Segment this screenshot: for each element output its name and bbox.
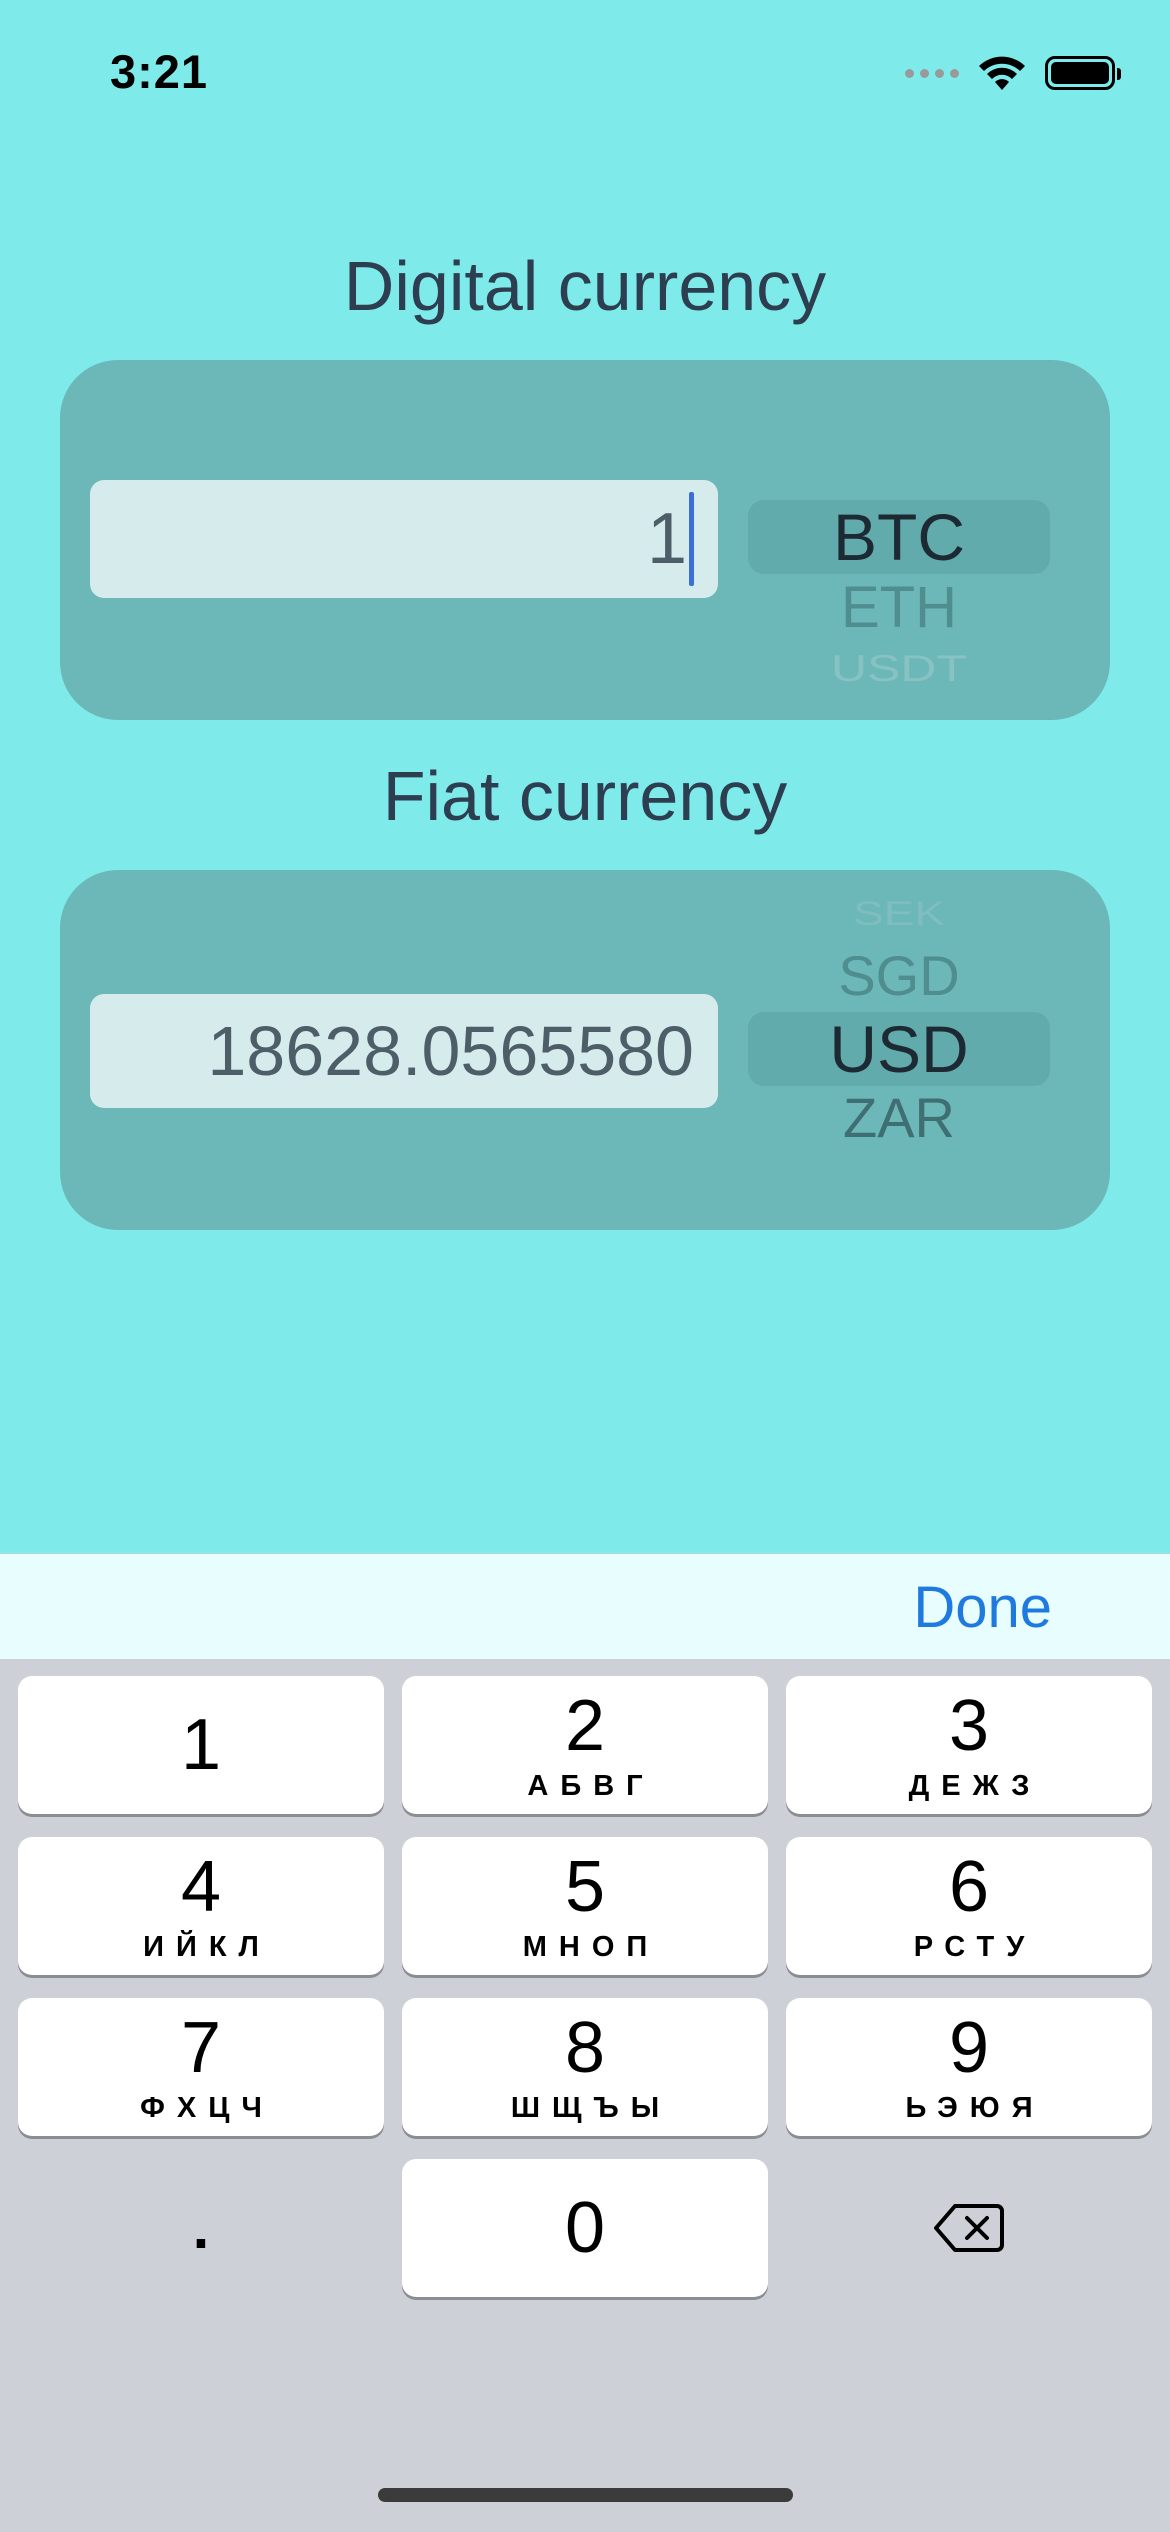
digital-currency-panel: 1 BTC ETH USDT — [60, 360, 1110, 720]
key-1[interactable]: 1 — [18, 1676, 384, 1814]
delete-backward-icon — [934, 2204, 1004, 2252]
key-letters: ШЩЪЫ — [510, 2092, 672, 2124]
fiat-amount-input[interactable]: 18628.0565580 — [90, 994, 718, 1108]
key-3[interactable]: 3 ДЕЖЗ — [786, 1676, 1152, 1814]
battery-icon — [1045, 56, 1121, 90]
picker-item[interactable]: SGD — [748, 946, 1050, 1006]
key-letters: ФХЦЧ — [140, 2092, 274, 2124]
key-8[interactable]: 8 ШЩЪЫ — [402, 1998, 768, 2136]
key-letters: ЬЭЮЯ — [905, 2092, 1045, 2124]
fiat-currency-picker[interactable]: SEK SGD USD ZAR — [748, 870, 1050, 1230]
digital-amount-value: 1 — [646, 499, 687, 579]
key-0[interactable]: 0 — [402, 2159, 768, 2297]
key-digit: 1 — [180, 1705, 222, 1785]
keyboard-toolbar: Done — [0, 1553, 1170, 1659]
key-decimal-label: . — [192, 2194, 210, 2261]
key-digit: 5 — [564, 1847, 606, 1927]
key-4[interactable]: 4 ИЙКЛ — [18, 1837, 384, 1975]
picker-item-selected[interactable]: BTC — [748, 500, 1050, 574]
picker-item[interactable]: ZAR — [748, 1088, 1050, 1148]
key-digit: 7 — [180, 2008, 222, 2088]
picker-item[interactable]: ETH — [748, 578, 1050, 638]
wifi-icon — [979, 56, 1025, 90]
text-cursor — [689, 492, 694, 586]
key-digit: 9 — [948, 2008, 990, 2088]
home-indicator[interactable] — [378, 2488, 793, 2502]
digital-amount-input[interactable]: 1 — [90, 480, 718, 598]
cellular-signal-icon — [905, 68, 959, 78]
key-9[interactable]: 9 ЬЭЮЯ — [786, 1998, 1152, 2136]
key-decimal[interactable]: . — [18, 2159, 384, 2297]
key-letters: ДЕЖЗ — [908, 1770, 1042, 1802]
key-letters: РСТУ — [913, 1931, 1037, 1963]
key-digit: 2 — [564, 1686, 606, 1766]
key-letters: ИЙКЛ — [143, 1931, 271, 1963]
key-digit: 8 — [564, 2008, 606, 2088]
picker-item[interactable]: USDT — [748, 649, 1050, 688]
digital-currency-picker[interactable]: BTC ETH USDT — [748, 360, 1050, 720]
key-letters: МНОП — [522, 1931, 660, 1963]
status-time: 3:21 — [110, 45, 209, 98]
screen: 3:21 Digital currency 1 BTC ETH USDT Fia… — [0, 0, 1170, 2532]
key-digit: 3 — [948, 1686, 990, 1766]
status-icons — [905, 54, 1121, 92]
picker-item-selected[interactable]: USD — [748, 1012, 1050, 1086]
key-5[interactable]: 5 МНОП — [402, 1837, 768, 1975]
key-digit: 0 — [564, 2188, 606, 2268]
picker-item[interactable]: SEK — [748, 896, 1050, 931]
done-button[interactable]: Done — [913, 1574, 1052, 1641]
key-6[interactable]: 6 РСТУ — [786, 1837, 1152, 1975]
key-letters: АБВГ — [527, 1770, 655, 1802]
key-7[interactable]: 7 ФХЦЧ — [18, 1998, 384, 2136]
digital-currency-title: Digital currency — [343, 247, 827, 325]
key-digit: 6 — [948, 1847, 990, 1927]
key-2[interactable]: 2 АБВГ — [402, 1676, 768, 1814]
fiat-amount-value: 18628.0565580 — [207, 1012, 694, 1090]
numeric-keypad: 1 2 АБВГ 3 ДЕЖЗ 4 ИЙКЛ 5 МНОП 6 РСТУ 7 Ф… — [0, 1659, 1170, 2532]
key-digit: 4 — [180, 1847, 222, 1927]
delete-key[interactable] — [786, 2159, 1152, 2297]
fiat-currency-title: Fiat currency — [382, 757, 788, 835]
fiat-currency-panel: 18628.0565580 SEK SGD USD ZAR — [60, 870, 1110, 1230]
